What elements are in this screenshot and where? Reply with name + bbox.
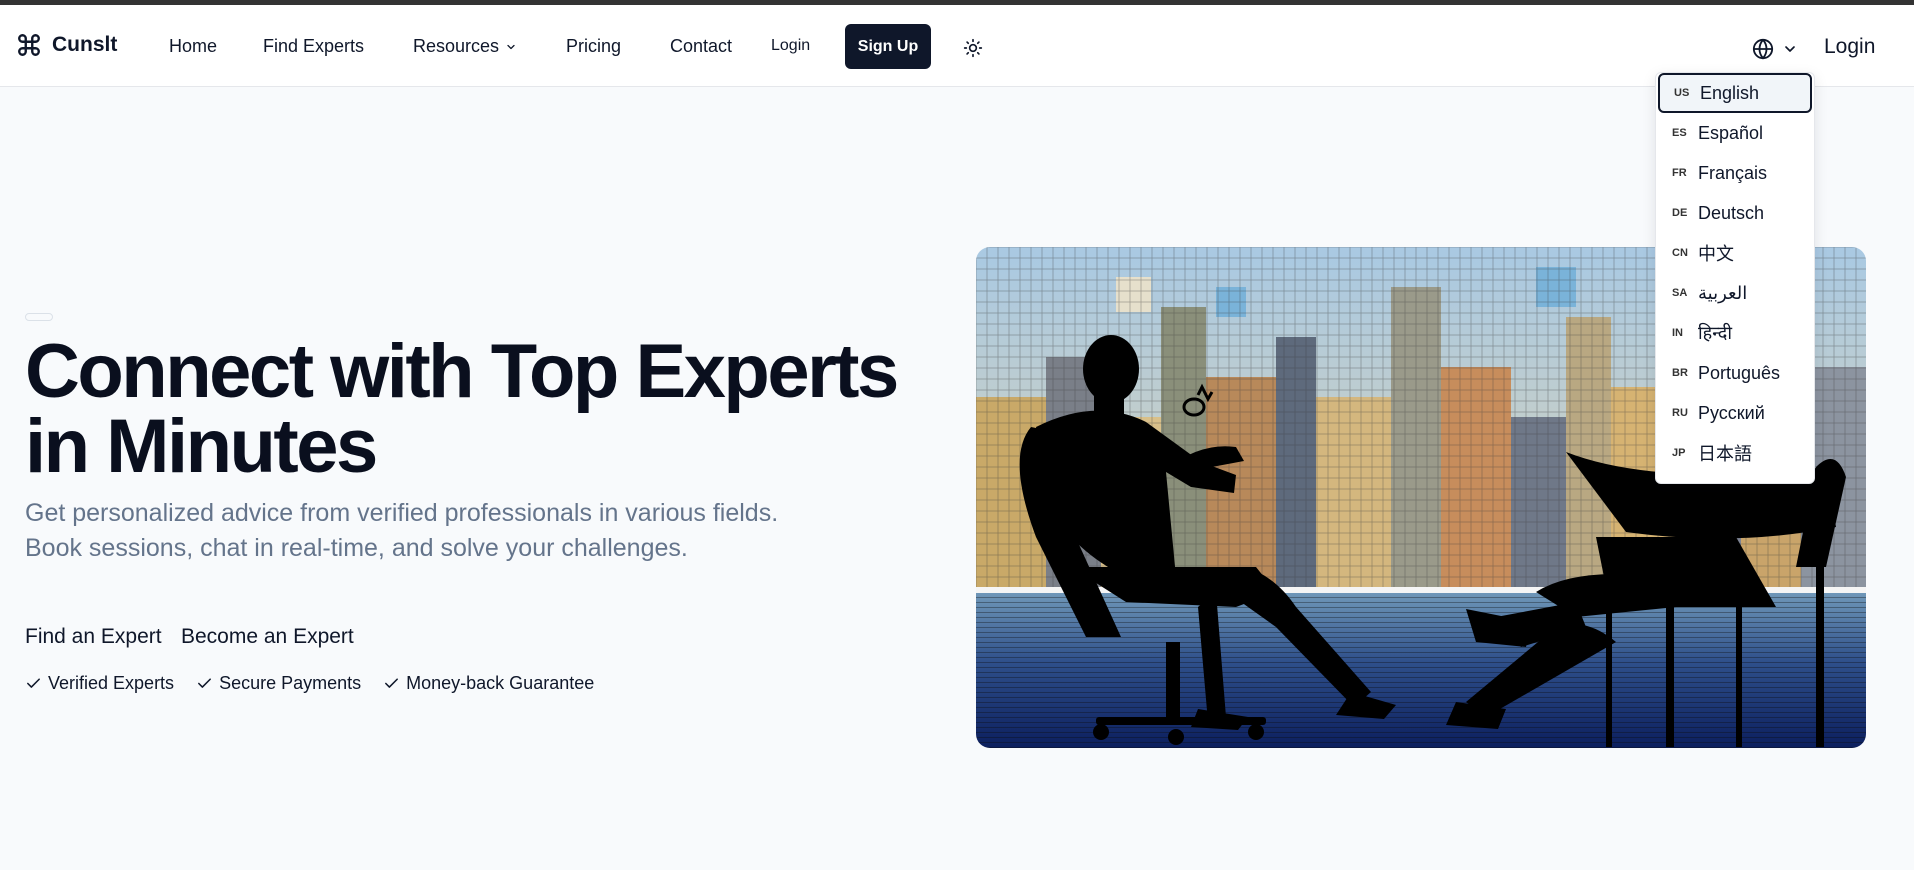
command-icon: [18, 34, 40, 56]
theme-toggle-button[interactable]: [963, 38, 983, 58]
login-link[interactable]: Login: [771, 37, 810, 55]
navbar: Cunslt Home Find Experts Resources Prici…: [0, 5, 1914, 87]
language-code: CN: [1672, 247, 1688, 259]
feature-item: Money-back Guarantee: [383, 673, 594, 694]
feature-label: Verified Experts: [48, 673, 175, 693]
feature-item: Verified Experts: [25, 673, 174, 694]
become-expert-button[interactable]: Become an Expert: [181, 625, 354, 649]
language-code: ES: [1672, 127, 1687, 139]
language-label: हिन्दी: [1698, 323, 1733, 343]
feature-label: Money-back Guarantee: [406, 673, 595, 693]
nav-contact[interactable]: Contact: [670, 36, 732, 57]
language-label: العربية: [1698, 282, 1748, 303]
check-icon: [27, 678, 40, 688]
language-code: US: [1674, 87, 1690, 99]
language-code: DE: [1672, 207, 1688, 219]
signup-button[interactable]: Sign Up: [845, 24, 931, 69]
hero-badge: [25, 313, 53, 321]
chevron-down-icon: [507, 44, 515, 49]
language-label: Русский: [1698, 402, 1765, 423]
language-option-russian[interactable]: RU Русский: [1658, 393, 1812, 433]
feature-label: Secure Payments: [219, 673, 362, 693]
language-label: Português: [1698, 362, 1781, 383]
language-label: Español: [1698, 122, 1764, 143]
sun-icon: [963, 38, 983, 58]
language-option-japanese[interactable]: JP 日本語: [1658, 433, 1812, 473]
language-label: 日本語: [1698, 444, 1752, 464]
language-dropdown: US English ES Español FR Français DE Deu…: [1655, 72, 1815, 484]
language-option-chinese[interactable]: CN 中文: [1658, 233, 1812, 273]
language-code: FR: [1672, 167, 1687, 179]
hero-subtitle: Get personalized advice from verified pr…: [25, 499, 779, 562]
language-code: RU: [1672, 407, 1688, 419]
globe-icon: [1752, 38, 1774, 60]
check-icon: [385, 678, 399, 688]
nav-resources[interactable]: Resources: [413, 36, 517, 57]
language-code: BR: [1672, 367, 1688, 379]
language-option-hindi[interactable]: IN हिन्दी: [1658, 313, 1812, 353]
chevron-down-icon: [1785, 46, 1795, 52]
brand-name: Cunslt: [52, 33, 118, 56]
feature-item: Secure Payments: [196, 673, 361, 694]
feature-list: Verified Experts Secure Payments Money-b…: [25, 673, 594, 694]
check-icon: [198, 678, 212, 688]
language-option-portuguese[interactable]: BR Português: [1658, 353, 1812, 393]
language-label: 中文: [1698, 244, 1734, 264]
language-code: IN: [1672, 327, 1683, 339]
language-code: JP: [1672, 447, 1686, 459]
language-option-french[interactable]: FR Français: [1658, 153, 1812, 193]
hero-title-line1: Connect with Top Experts: [25, 329, 899, 414]
brand-logo[interactable]: Cunslt: [16, 32, 117, 58]
hero-title: Connect with Top Experts in Minutes: [25, 334, 925, 485]
nav-home[interactable]: Home: [169, 36, 217, 57]
language-option-german[interactable]: DE Deutsch: [1658, 193, 1812, 233]
find-expert-button[interactable]: Find an Expert: [25, 625, 162, 649]
nav-find-experts[interactable]: Find Experts: [263, 36, 364, 57]
login-right-link[interactable]: Login: [1824, 35, 1875, 59]
nav-resources-label: Resources: [413, 36, 500, 56]
hero-title-line2: in Minutes: [25, 404, 378, 489]
nav-pricing[interactable]: Pricing: [566, 36, 621, 57]
language-code: SA: [1672, 287, 1688, 299]
language-label: English: [1700, 82, 1760, 103]
language-label: Deutsch: [1698, 202, 1765, 223]
language-option-english[interactable]: US English: [1658, 73, 1812, 113]
language-label: Français: [1698, 162, 1768, 183]
language-option-spanish[interactable]: ES Español: [1658, 113, 1812, 153]
language-selector-button[interactable]: [1752, 38, 1798, 60]
language-option-arabic[interactable]: SA العربية: [1658, 273, 1812, 313]
